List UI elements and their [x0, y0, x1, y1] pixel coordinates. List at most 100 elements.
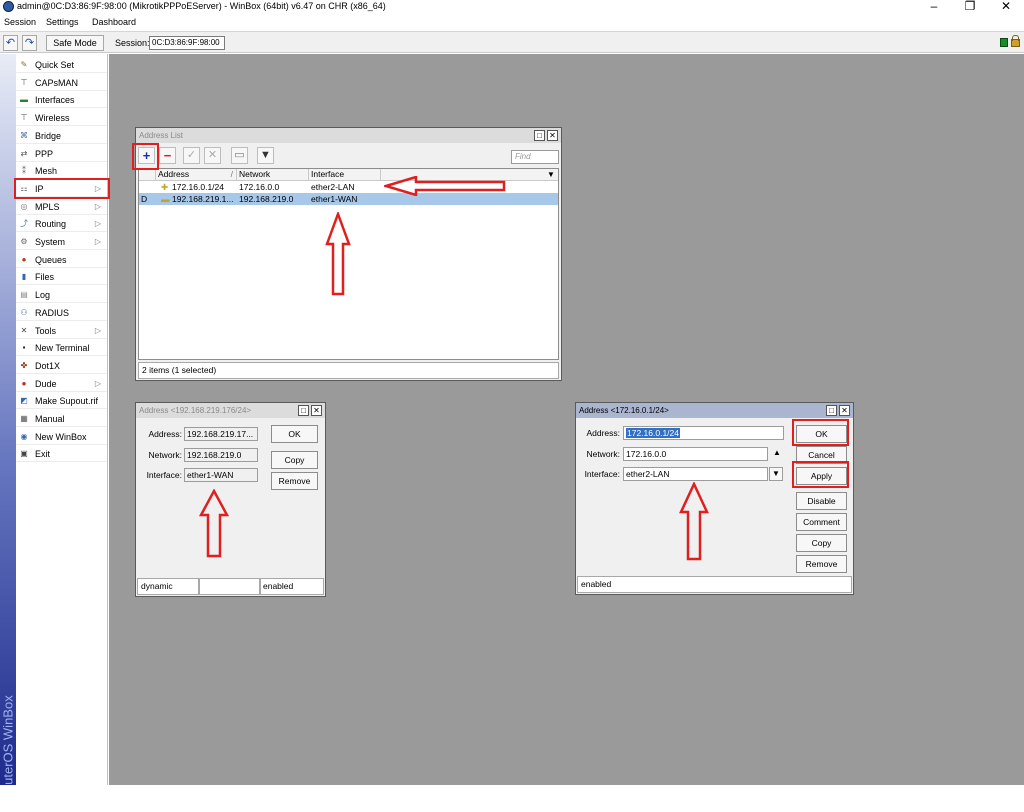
comment-button[interactable]: Comment: [796, 513, 847, 531]
interface-select[interactable]: ether2-LAN: [623, 467, 768, 481]
sidebar-item-files[interactable]: ▮ Files: [16, 268, 107, 286]
interface-dropdown-button[interactable]: ▼: [769, 467, 783, 481]
column-header-network[interactable]: Network: [237, 169, 309, 180]
sidebar-item-mpls[interactable]: ◎ MPLS ▷: [16, 198, 107, 215]
add-button[interactable]: +: [138, 147, 155, 164]
session-field[interactable]: 0C:D3:86:9F:98:00: [149, 36, 225, 50]
copy-button[interactable]: Copy: [271, 451, 318, 469]
sidebar-item-interfaces[interactable]: ▬ Interfaces: [16, 91, 107, 109]
dynamic-dialog-titlebar[interactable]: Address <192.168.219.176/24>: [136, 403, 325, 418]
sidebar-item-wireless[interactable]: ⊤ Wireless: [16, 109, 107, 127]
chevron-down-icon: ▼: [547, 170, 555, 179]
comment-button[interactable]: ▭: [231, 147, 248, 164]
column-header-address[interactable]: Address /: [156, 169, 237, 180]
enabled-status: enabled: [260, 578, 324, 595]
submenu-arrow-icon: ▷: [94, 219, 101, 229]
sidebar-item-make-supout-rif[interactable]: ◩ Make Supout.rif: [16, 392, 107, 410]
minus-icon: −: [163, 148, 172, 163]
interface-label: Interface:: [146, 470, 182, 480]
menu-bar: Session Settings Dashboard: [0, 15, 1024, 29]
menu-settings[interactable]: Settings: [46, 17, 79, 27]
dynamic-dialog-maximize-button[interactable]: □: [298, 405, 309, 416]
column-header-interface[interactable]: Interface: [309, 169, 381, 180]
undo-button[interactable]: ↶: [3, 35, 18, 51]
winbox-app: admin@0C:D3:86:9F:98:00 (MikrotikPPPoESe…: [0, 0, 1024, 812]
sidebar-item-label: PPP: [35, 148, 54, 159]
flag-column-header[interactable]: [139, 169, 156, 180]
sidebar-item-log[interactable]: ▤ Log: [16, 286, 107, 304]
sidebar-item-ppp[interactable]: ⇄ PPP: [16, 145, 107, 162]
address-list-maximize-button[interactable]: □: [534, 130, 545, 141]
sidebar-item-dot1x[interactable]: ✤ Dot1X: [16, 357, 107, 374]
sidebar-item-label: Manual: [35, 414, 65, 424]
sidebar-item-new-terminal[interactable]: ▪ New Terminal: [16, 339, 107, 357]
interface-field[interactable]: ether1-WAN: [184, 468, 258, 482]
close-icon[interactable]: ✕: [996, 0, 1016, 13]
ok-button[interactable]: OK: [271, 425, 318, 443]
static-dialog-maximize-button[interactable]: □: [826, 405, 837, 416]
static-dialog-titlebar[interactable]: Address <172.16.0.1/24>: [576, 403, 853, 418]
address-list-titlebar[interactable]: Address List: [136, 128, 561, 143]
sidebar-item-label: Routing: [35, 219, 67, 230]
dynamic-dialog-close-button[interactable]: ✕: [311, 405, 322, 416]
network-input[interactable]: 172.16.0.0: [623, 447, 768, 461]
mpls-icon: ◎: [20, 201, 28, 211]
sidebar-item-capsman[interactable]: ⊤ CAPsMAN: [16, 74, 107, 91]
title-bar: admin@0C:D3:86:9F:98:00 (MikrotikPPPoESe…: [0, 0, 1024, 14]
safe-mode-button[interactable]: Safe Mode: [46, 35, 104, 51]
sidebar-item-dude[interactable]: ● Dude ▷: [16, 375, 107, 392]
address-list-close-button[interactable]: ✕: [547, 130, 558, 141]
disable-button[interactable]: ✕: [204, 147, 221, 164]
table-header: Address / Network Interface ▼: [139, 169, 558, 181]
sidebar-item-system[interactable]: ⚙ System ▷: [16, 233, 107, 250]
sidebar-item-routing[interactable]: ⤴ Routing ▷: [16, 215, 107, 233]
plus-icon: +: [142, 148, 151, 163]
network-label: Network:: [586, 449, 620, 459]
minimize-icon[interactable]: –: [924, 0, 944, 13]
cross-icon: ✕: [207, 149, 218, 161]
address-value: 172.16.0.1/24: [626, 428, 680, 438]
address-field[interactable]: 192.168.219.17...: [184, 427, 258, 441]
sidebar-item-label: Exit: [35, 449, 51, 460]
address-input[interactable]: 172.16.0.1/24: [623, 426, 784, 440]
filter-button[interactable]: ▼: [257, 147, 274, 164]
network-expand-icon[interactable]: ▲: [773, 448, 781, 457]
row-flag: D: [141, 194, 148, 204]
sidebar-item-new-winbox[interactable]: ◉ New WinBox: [16, 428, 107, 445]
network-field[interactable]: 192.168.219.0: [184, 448, 258, 462]
column-chooser-button[interactable]: ▼: [545, 169, 559, 180]
cancel-button[interactable]: Cancel: [796, 446, 847, 464]
remove-button[interactable]: Remove: [271, 472, 318, 490]
bridge-icon: ⌘: [20, 130, 28, 140]
disable-button[interactable]: Disable: [796, 492, 847, 510]
restore-icon[interactable]: ❐: [960, 0, 980, 13]
sidebar-item-label: RADIUS: [35, 307, 70, 318]
table-row-selected[interactable]: D ▬ 192.168.219.1... 192.168.219.0 ether…: [139, 193, 558, 205]
sidebar-item-label: MPLS: [35, 201, 60, 212]
address-dialog-static: Address <172.16.0.1/24> □ ✕ Address: 172…: [575, 402, 854, 595]
menu-session[interactable]: Session: [4, 17, 36, 27]
sidebar-item-mesh[interactable]: ⁑ Mesh: [16, 162, 107, 180]
sidebar-item-exit[interactable]: ▣ Exit: [16, 445, 107, 463]
sidebar-item-label: Dude: [35, 378, 57, 389]
remove-button[interactable]: Remove: [796, 555, 847, 573]
remove-button[interactable]: −: [159, 147, 176, 164]
enable-button[interactable]: ✓: [183, 147, 200, 164]
apply-button[interactable]: Apply: [796, 467, 847, 485]
find-input[interactable]: Find: [511, 150, 559, 164]
sidebar-item-queues[interactable]: ● Queues: [16, 251, 107, 268]
sidebar-item-radius[interactable]: ⚇ RADIUS: [16, 304, 107, 321]
sidebar-item-tools[interactable]: ✕ Tools ▷: [16, 322, 107, 339]
copy-button[interactable]: Copy: [796, 534, 847, 552]
menu-dashboard[interactable]: Dashboard: [92, 17, 136, 27]
sidebar-item-bridge[interactable]: ⌘ Bridge: [16, 127, 107, 144]
table-row[interactable]: ✚ 172.16.0.1/24 172.16.0.0 ether2-LAN: [139, 181, 558, 193]
redo-button[interactable]: ↷: [22, 35, 37, 51]
sidebar-item-quick-set[interactable]: ✎ Quick Set: [16, 56, 107, 73]
row-address: 172.16.0.1/24: [172, 182, 224, 192]
ok-button[interactable]: OK: [796, 425, 847, 443]
sidebar-item-ip[interactable]: ⚏ IP ▷: [16, 180, 107, 197]
interface-label: Interface:: [584, 469, 620, 479]
static-dialog-close-button[interactable]: ✕: [839, 405, 850, 416]
sidebar-item-manual[interactable]: ▦ Manual: [16, 410, 107, 427]
